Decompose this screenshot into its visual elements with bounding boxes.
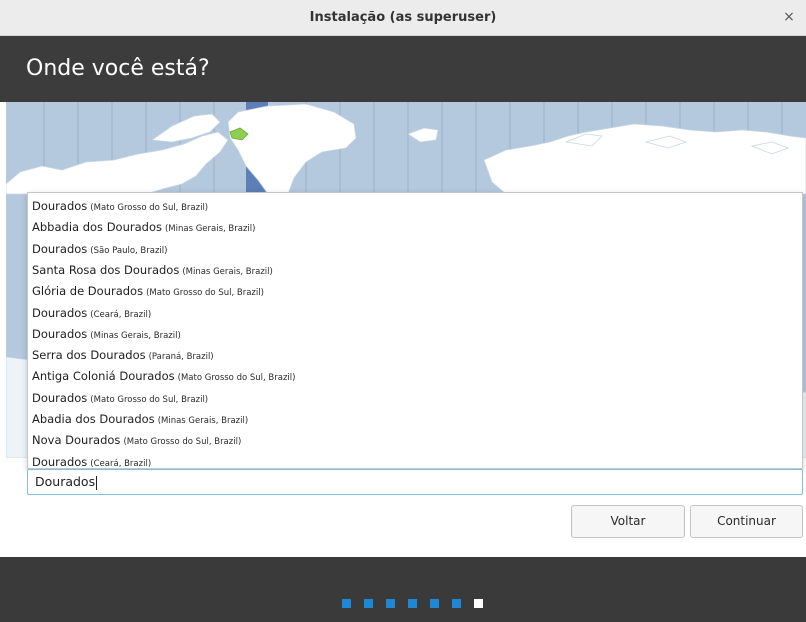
suggestion-place-name: Dourados bbox=[32, 326, 88, 341]
installer-footer bbox=[0, 557, 806, 622]
suggestion-place-name: Santa Rosa dos Dourados bbox=[32, 262, 180, 277]
suggestion-place-name: Dourados bbox=[32, 241, 88, 256]
progress-step-done bbox=[342, 599, 351, 608]
suggestion-item[interactable]: Dourados (Minas Gerais, Brazil) bbox=[28, 322, 802, 343]
suggestion-place-name: Dourados bbox=[32, 305, 88, 320]
suggestion-place-name: Antiga Coloniá Dourados bbox=[32, 369, 175, 384]
continue-button[interactable]: Continuar bbox=[690, 505, 803, 538]
suggestion-region: (Ceará, Brazil) bbox=[90, 309, 152, 320]
page-title: Onde você está? bbox=[26, 56, 210, 81]
suggestion-place-name: Glória de Dourados bbox=[32, 284, 144, 299]
text-cursor bbox=[96, 475, 98, 490]
suggestion-region: (São Paulo, Brazil) bbox=[90, 245, 168, 256]
suggestion-item[interactable]: Dourados (São Paulo, Brazil) bbox=[28, 237, 802, 258]
suggestion-place-name: Dourados bbox=[32, 390, 88, 405]
suggestion-item[interactable]: Serra dos Dourados (Paraná, Brazil) bbox=[28, 343, 802, 364]
progress-step-done bbox=[408, 599, 417, 608]
location-input-value: Dourados bbox=[35, 470, 98, 494]
progress-step-done bbox=[386, 599, 395, 608]
installer-window: Instalação (as superuser) × Onde você es… bbox=[0, 0, 806, 622]
suggestion-item[interactable]: Nova Dourados (Mato Grosso do Sul, Brazil… bbox=[28, 428, 802, 449]
suggestion-region: (Minas Gerais, Brazil) bbox=[157, 416, 249, 426]
location-input-text: Dourados bbox=[35, 474, 96, 489]
progress-step-done bbox=[452, 599, 461, 608]
window-title: Instalação (as superuser) bbox=[309, 10, 497, 25]
suggestion-region: (Mato Grosso do Sul, Brazil) bbox=[146, 288, 264, 299]
suggestion-item[interactable]: Abadia dos Dourados (Minas Gerais, Brazil… bbox=[28, 407, 802, 428]
location-search-input[interactable]: Dourados bbox=[27, 469, 803, 495]
suggestion-item[interactable]: Glória de Dourados (Mato Grosso do Sul, B… bbox=[28, 279, 802, 300]
suggestion-item[interactable]: Dourados (Ceará, Brazil) bbox=[28, 450, 802, 471]
progress-step-done bbox=[430, 599, 439, 608]
suggestion-region: (Minas Gerais, Brazil) bbox=[90, 330, 181, 341]
suggestion-region: (Mato Grosso do Sul, Brazil) bbox=[177, 373, 296, 384]
suggestion-place-name: Nova Dourados bbox=[32, 433, 121, 448]
suggestion-item[interactable]: Dourados (Mato Grosso do Sul, Brazil) bbox=[28, 386, 802, 407]
back-button[interactable]: Voltar bbox=[571, 505, 685, 538]
progress-step-current bbox=[474, 599, 483, 608]
location-suggestions: Dourados (Mato Grosso do Sul, Brazil) Abba… bbox=[27, 192, 803, 469]
progress-step-done bbox=[364, 599, 373, 608]
suggestion-item[interactable]: Dourados (Mato Grosso do Sul, Brazil) bbox=[28, 194, 802, 215]
suggestion-region: (Mato Grosso do Sul, Brazil) bbox=[90, 394, 209, 405]
title-bar: Instalação (as superuser) × bbox=[0, 0, 806, 36]
suggestion-region: (Minas Gerais, Brazil) bbox=[164, 224, 256, 235]
suggestion-place-name: Dourados bbox=[32, 199, 88, 213]
suggestion-region: (Minas Gerais, Brazil) bbox=[182, 266, 273, 277]
close-icon[interactable]: × bbox=[780, 8, 798, 26]
suggestion-region: (Ceará, Brazil) bbox=[90, 458, 152, 469]
suggestion-region: (Mato Grosso do Sul, Brazil) bbox=[90, 203, 209, 213]
suggestion-place-name: Serra dos Dourados bbox=[32, 348, 146, 363]
suggestion-region: (Mato Grosso do Sul, Brazil) bbox=[123, 437, 242, 448]
suggestion-place-name: Dourados bbox=[32, 454, 88, 469]
suggestion-place-name: Abadia dos Dourados bbox=[32, 412, 155, 426]
page-header: Onde você está? bbox=[0, 36, 806, 102]
suggestion-place-name: Abbadia dos Dourados bbox=[32, 220, 162, 235]
suggestion-item[interactable]: Dourados (Ceará, Brazil) bbox=[28, 301, 802, 322]
suggestion-item[interactable]: Abbadia dos Dourados (Minas Gerais, Brazi… bbox=[28, 215, 802, 236]
suggestion-item[interactable]: Antiga Coloniá Dourados (Mato Grosso do S… bbox=[28, 364, 802, 385]
suggestion-item[interactable]: Santa Rosa dos Dourados (Minas Gerais, Br… bbox=[28, 258, 802, 279]
step-progress-indicator bbox=[342, 599, 483, 608]
suggestion-region: (Paraná, Brazil) bbox=[148, 352, 214, 363]
